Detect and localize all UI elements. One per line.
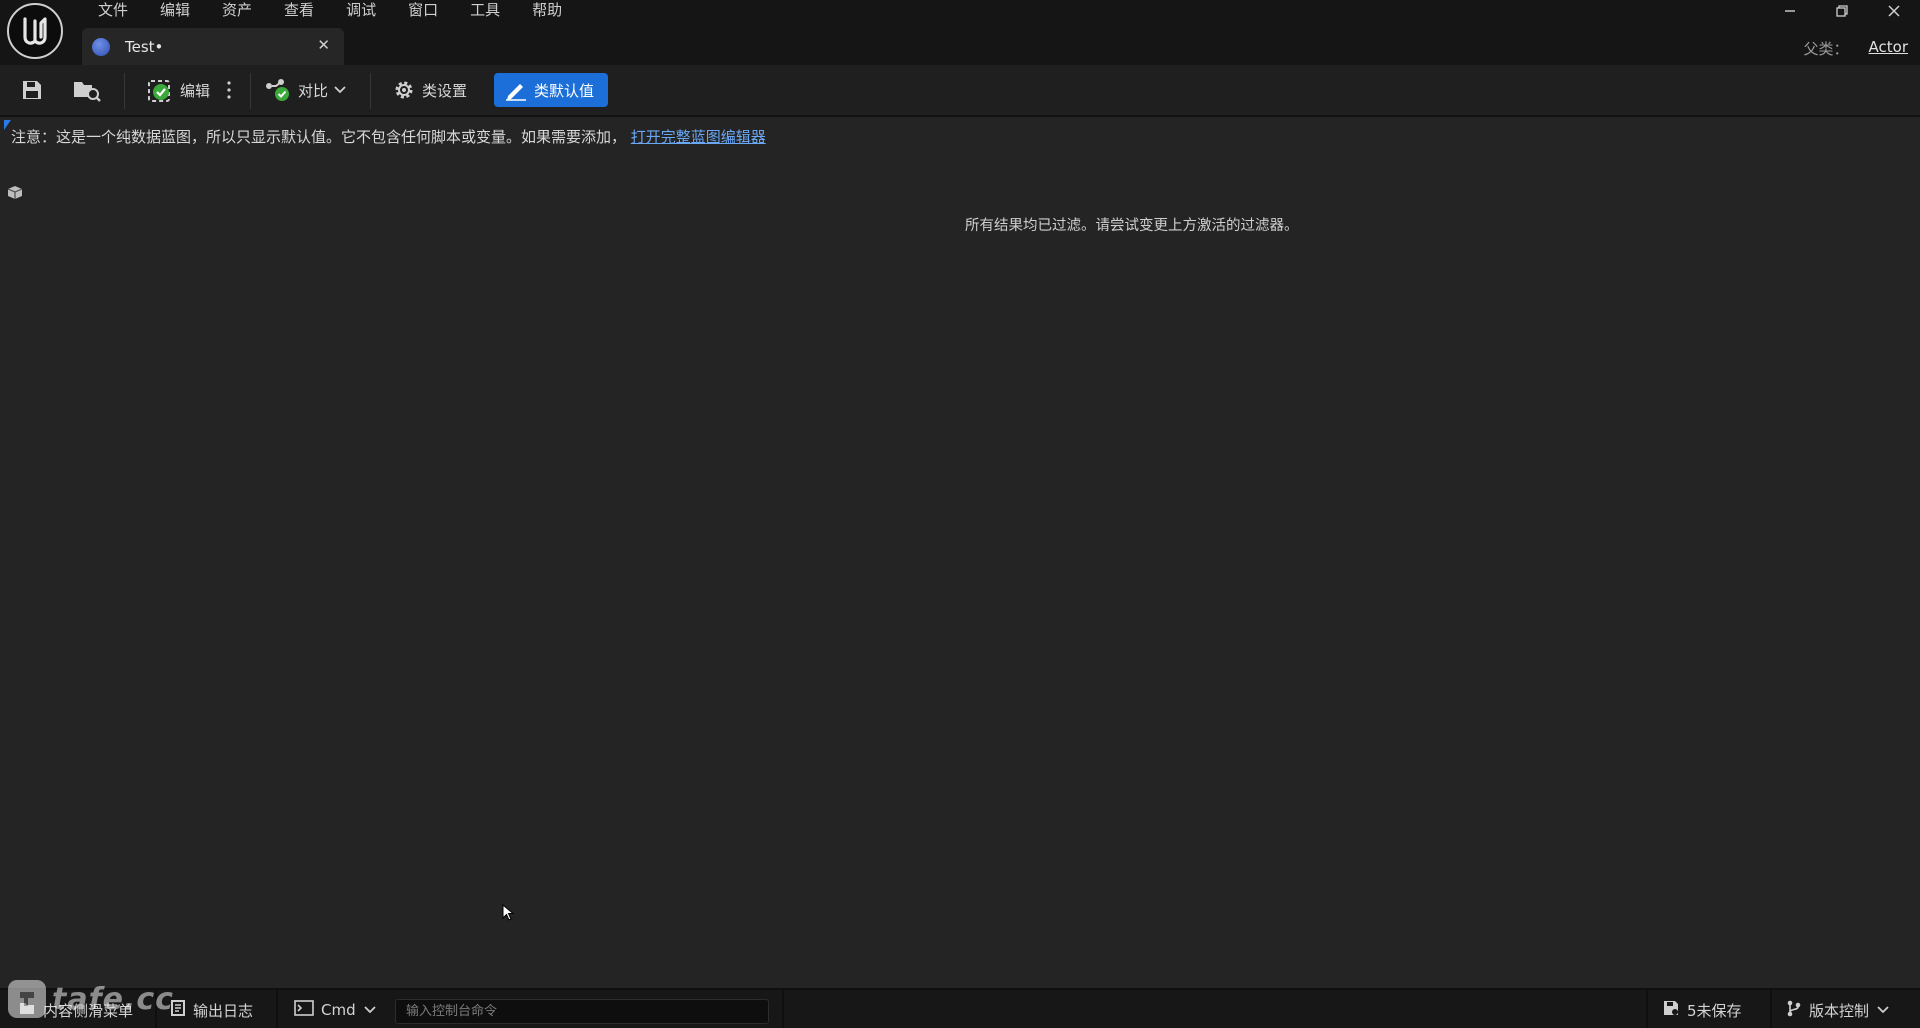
- unsaved-save-icon: [1662, 999, 1680, 1021]
- mouse-cursor-icon: [502, 903, 515, 926]
- compile-button[interactable]: 编辑: [146, 73, 210, 107]
- unsaved-label: 5未保存: [1687, 1001, 1742, 1020]
- parent-class-link[interactable]: Actor: [1869, 38, 1908, 59]
- source-control-label: 版本控制: [1809, 1001, 1870, 1020]
- filter-empty-message: 所有结果均已过滤。请尝试变更上方激活的过滤器。: [965, 218, 1299, 234]
- menu-edit[interactable]: 编辑: [144, 0, 206, 22]
- menu-window[interactable]: 窗口: [392, 0, 454, 22]
- menu-file[interactable]: 文件: [82, 0, 144, 22]
- chevron-down-icon: [363, 1001, 376, 1019]
- chevron-down-icon: [334, 85, 346, 95]
- gear-icon: [392, 78, 416, 102]
- console-command-input[interactable]: [395, 999, 769, 1024]
- console-icon: [294, 1000, 314, 1020]
- unsaved-button[interactable]: 5未保存: [1662, 998, 1742, 1022]
- editor-window: 文件 编辑 资产 查看 调试 窗口 工具 帮助 Test• ✕ 父类： Acto…: [0, 0, 1920, 1028]
- class-defaults-label: 类默认值: [534, 81, 595, 100]
- compile-label: 编辑: [180, 81, 211, 100]
- parent-class: 父类： Actor: [1804, 38, 1909, 59]
- unreal-logo-icon[interactable]: [7, 3, 63, 59]
- pencil-icon: [504, 79, 528, 101]
- menu-help[interactable]: 帮助: [516, 0, 578, 22]
- tab-label: Test•: [125, 37, 164, 56]
- content-drawer-icon: [18, 999, 36, 1021]
- browse-content-button[interactable]: [72, 73, 102, 107]
- content-drawer-label: 内容侧滑菜单: [43, 1001, 134, 1020]
- tab-close-icon[interactable]: ✕: [317, 36, 330, 54]
- content-drawer-button[interactable]: 内容侧滑菜单: [18, 998, 133, 1022]
- menu-debug[interactable]: 调试: [330, 0, 392, 22]
- parent-class-label: 父类：: [1803, 40, 1849, 58]
- diff-label: 对比: [298, 81, 329, 100]
- menu-asset[interactable]: 资产: [206, 0, 268, 22]
- source-control-icon: [1786, 999, 1802, 1021]
- chevron-down-icon: [1877, 1001, 1889, 1019]
- compile-options-button[interactable]: [226, 73, 232, 107]
- save-button[interactable]: [20, 73, 44, 107]
- data-only-notice: 注意：这是一个纯数据蓝图，所以只显示默认值。它不包含任何脚本或变量。如果需要添加…: [11, 126, 766, 147]
- source-control-button[interactable]: 版本控制: [1786, 998, 1889, 1022]
- menu-view[interactable]: 查看: [268, 0, 330, 22]
- tab-test[interactable]: Test• ✕: [82, 28, 344, 65]
- close-icon[interactable]: [1868, 0, 1920, 22]
- compile-success-icon: [146, 76, 174, 104]
- output-log-label: 输出日志: [193, 1001, 254, 1020]
- cmd-label: Cmd: [321, 1001, 356, 1019]
- window-controls: [1764, 0, 1920, 22]
- save-icon: [20, 78, 44, 102]
- blueprint-icon: [92, 37, 110, 56]
- toolbar: 编辑 对比 类设置 类默认值: [0, 65, 1920, 117]
- output-log-icon: [170, 999, 186, 1021]
- object-icon: [5, 184, 25, 204]
- cmd-selector[interactable]: Cmd: [294, 998, 376, 1022]
- more-options-icon: [226, 80, 232, 100]
- minimize-icon[interactable]: [1764, 0, 1816, 22]
- notice-corner-marker: [4, 120, 11, 130]
- class-defaults-button[interactable]: 类默认值: [494, 73, 609, 107]
- browse-content-icon: [72, 78, 102, 102]
- title-bar: 文件 编辑 资产 查看 调试 窗口 工具 帮助 Test• ✕ 父类： Acto…: [0, 0, 1920, 65]
- diff-icon: [264, 77, 292, 103]
- restore-icon[interactable]: [1816, 0, 1868, 22]
- output-log-button[interactable]: 输出日志: [170, 998, 253, 1022]
- diff-button[interactable]: 对比: [264, 73, 346, 107]
- menu-bar: 文件 编辑 资产 查看 调试 窗口 工具 帮助: [82, 0, 578, 22]
- open-full-editor-link[interactable]: 打开完整蓝图编辑器: [631, 128, 766, 146]
- status-bar: 内容侧滑菜单 输出日志 Cmd 5未保存: [0, 988, 1920, 1028]
- notice-text: 注意：这是一个纯数据蓝图，所以只显示默认值。它不包含任何脚本或变量。如果需要添加…: [11, 128, 627, 146]
- class-settings-label: 类设置: [422, 81, 468, 100]
- menu-tools[interactable]: 工具: [454, 0, 516, 22]
- class-settings-button[interactable]: 类设置: [392, 73, 467, 107]
